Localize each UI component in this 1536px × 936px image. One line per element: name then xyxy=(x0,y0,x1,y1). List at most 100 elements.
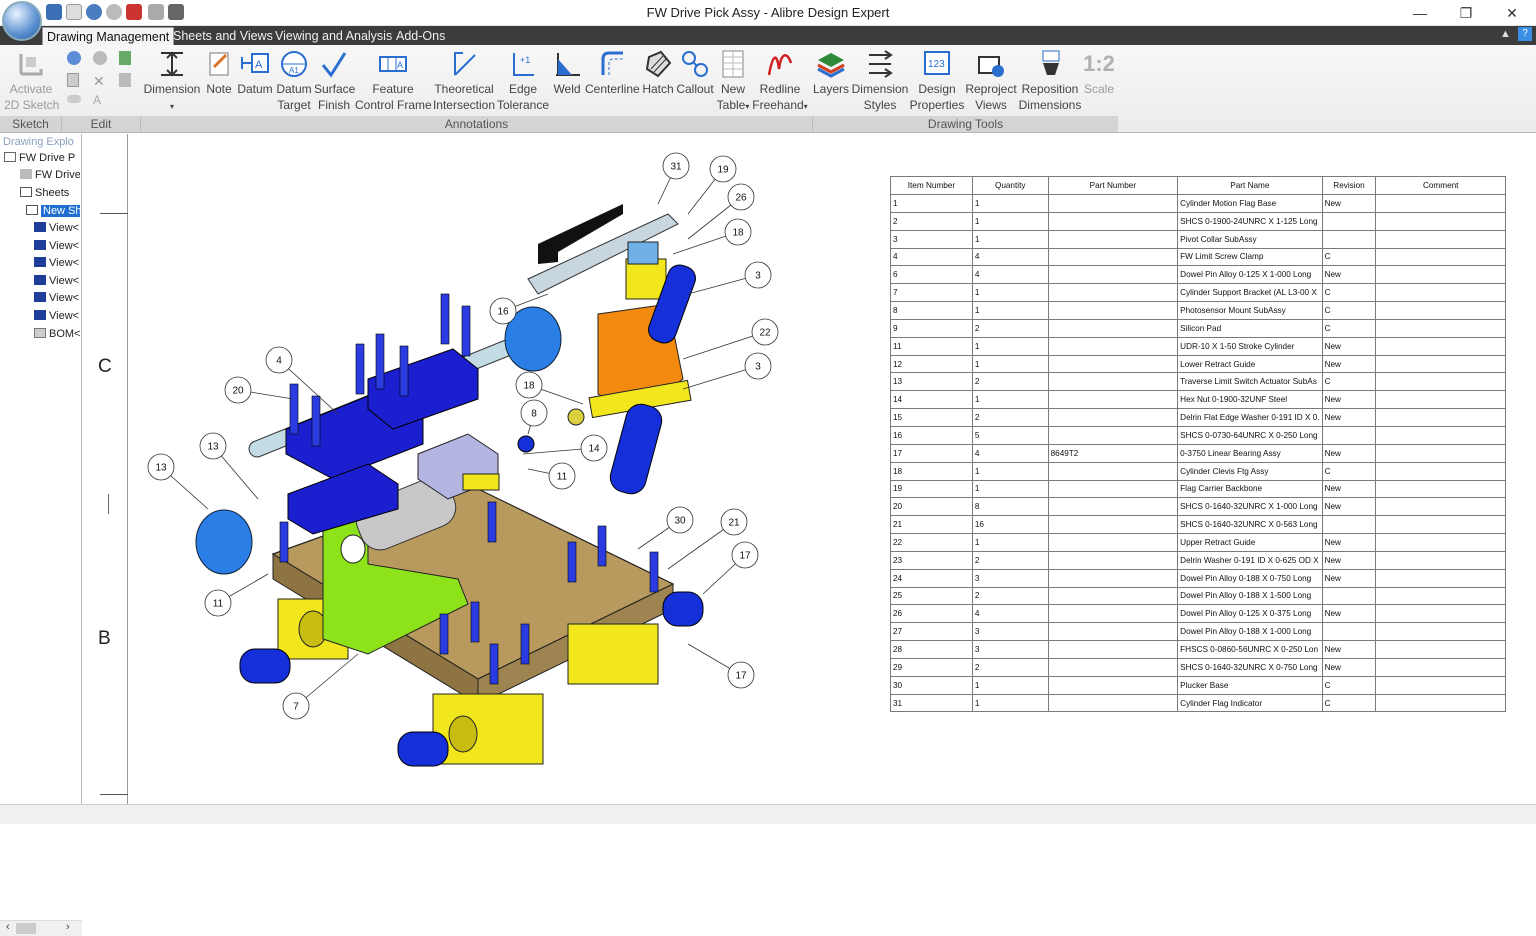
bom-cell: 2 xyxy=(971,550,1049,570)
close-button[interactable]: ✕ xyxy=(1498,3,1526,23)
exploded-assembly-view[interactable]: 31 19 26 18 3 16 22 3 4 20 18 8 14 11 13 13 30 21 17 11 17 7 xyxy=(128,134,828,804)
weld-button[interactable]: Weld xyxy=(551,47,583,97)
bom-row[interactable]: 13 2 Traverse Limit Switch Actuator SubAs C xyxy=(890,372,1506,392)
bom-cell: 4 xyxy=(971,247,1049,267)
bom-row[interactable]: 20 8 SHCS 0-1640-32UNRC X 1-000 Long New xyxy=(890,497,1506,517)
pickup-cylinder xyxy=(609,403,663,495)
bom-row[interactable]: 23 2 Delrin Washer 0-191 ID X 0-625 OD X Ne… xyxy=(890,550,1506,570)
tree-item-view[interactable]: View< xyxy=(34,290,80,306)
dimension-styles-icon xyxy=(869,50,893,78)
design-properties-button[interactable]: 123 Design Properties xyxy=(909,47,965,113)
bom-table[interactable]: Item Number Quantity Part Number Part Name R… xyxy=(890,176,1506,713)
centerline-button[interactable]: Centerline xyxy=(585,47,640,97)
bom-row[interactable]: 14 1 Hex Nut 0-1900-32UNF Steel New xyxy=(890,390,1506,410)
bom-row[interactable]: 30 1 Plucker Base C xyxy=(890,675,1506,695)
bom-cell: New xyxy=(1321,479,1377,499)
edit-redo-icon[interactable] xyxy=(93,51,107,65)
bom-row[interactable]: 2 1 SHCS 0-1900-24UNRC X 1-125 Long xyxy=(890,211,1506,231)
scroll-left-icon[interactable]: ‹ xyxy=(6,921,10,933)
bom-row[interactable]: 18 1 Cylinder Clevis Ftg Assy C xyxy=(890,461,1506,481)
edit-link-icon[interactable] xyxy=(67,95,81,103)
reproject-views-button[interactable]: Reproject Views xyxy=(964,47,1018,113)
bom-row[interactable]: 28 3 FHSCS 0-0860-56UNRC X 0-250 Lon New xyxy=(890,640,1506,659)
scale-button[interactable]: 1:2 Scale xyxy=(1082,47,1116,97)
bom-row[interactable]: 6 4 Dowel Pin Alloy 0-125 X 1-000 Long New xyxy=(890,265,1506,285)
tree-item-bom[interactable]: BOM< xyxy=(34,326,80,342)
edge-tolerance-button[interactable]: +1 Edge Tolerance xyxy=(497,47,549,113)
bom-row[interactable]: 25 2 Dowel Pin Alloy 0-188 X 1-500 Long xyxy=(890,586,1506,606)
edit-delete-icon[interactable]: ✕ xyxy=(93,73,105,90)
bom-row[interactable]: 15 2 Delrin Flat Edge Washer 0-191 ID X 0.… xyxy=(890,408,1506,427)
bom-row[interactable]: 31 1 Cylinder Flag Indicator C xyxy=(890,693,1506,713)
bom-row[interactable]: 29 2 SHCS 0-1640-32UNRC X 0-750 Long New xyxy=(890,657,1506,677)
bom-row[interactable]: 8 1 Photosensor Mount SubAssy C xyxy=(890,301,1506,320)
bom-row[interactable]: 7 1 Cylinder Support Bracket (AL L3-00 XC xyxy=(890,283,1506,303)
tree-item-view[interactable]: View< xyxy=(34,238,80,254)
restore-button[interactable]: ❐ xyxy=(1452,3,1480,23)
tree-item-view[interactable]: View< xyxy=(34,220,80,236)
datum-target-button[interactable]: A1 Datum Target xyxy=(276,47,312,113)
bom-row[interactable]: 27 3 Dowel Pin Alloy 0-188 X 1-000 Long xyxy=(890,622,1506,642)
tree-item-new-sheet[interactable]: New Sh xyxy=(26,203,80,219)
new-table-button[interactable]: New Table▾ xyxy=(716,47,750,115)
bom-row[interactable]: 26 4 Dowel Pin Alloy 0-125 X 0-375 Long New xyxy=(890,604,1506,624)
redline-freehand-button[interactable]: Redline Freehand▾ xyxy=(752,47,808,115)
tab-viewing-and-analysis[interactable]: Viewing and Analysis xyxy=(271,27,396,45)
tree-item-sheets[interactable]: Sheets xyxy=(20,185,80,201)
scroll-thumb[interactable] xyxy=(16,923,36,934)
bom-row[interactable]: 21 16 SHCS 0-1640-32UNRC X 0-563 Long xyxy=(890,515,1506,535)
edit-properties-icon[interactable] xyxy=(119,73,131,87)
bom-row[interactable]: 4 4 FW Limit Screw Clamp C xyxy=(890,247,1506,267)
tree-item-assembly[interactable]: FW Drive xyxy=(20,167,80,183)
hatch-button[interactable]: Hatch xyxy=(641,47,675,97)
edit-copy-icon[interactable] xyxy=(67,73,79,87)
tab-add-ons[interactable]: Add-Ons xyxy=(392,27,449,45)
tab-sheets-and-views[interactable]: Sheets and Views xyxy=(169,27,277,45)
bom-cell: FW Limit Screw Clamp xyxy=(1177,247,1323,267)
tree-item-view[interactable]: View< xyxy=(34,255,80,271)
callout-button[interactable]: Callout xyxy=(675,47,715,97)
dimension-button[interactable]: Dimension ▾ xyxy=(143,47,201,115)
tree-item-view[interactable]: View< xyxy=(34,273,80,289)
bom-row[interactable]: 12 1 Lower Retract Guide New xyxy=(890,354,1506,374)
zone-label-c: C xyxy=(98,356,112,377)
bom-row[interactable]: 24 3 Dowel Pin Alloy 0-188 X 0-750 Long New xyxy=(890,568,1506,588)
bom-row[interactable]: 11 1 UDR-10 X 1-50 Stroke Cylinder New xyxy=(890,336,1506,356)
explorer-horizontal-scrollbar[interactable]: ‹ › xyxy=(0,920,82,936)
bom-row[interactable]: 22 1 Upper Retract Guide New xyxy=(890,533,1506,552)
surface-finish-button[interactable]: Surface Finish xyxy=(314,47,355,113)
edit-paste-icon[interactable] xyxy=(119,51,131,65)
bom-cell xyxy=(1375,318,1506,338)
bom-row[interactable]: 9 2 Silicon Pad C xyxy=(890,318,1506,338)
bom-row[interactable]: 19 1 Flag Carrier Backbone New xyxy=(890,479,1506,499)
balloon-number: 16 xyxy=(497,307,509,318)
drawing-sheet[interactable]: 31 19 26 18 3 16 22 3 4 20 18 8 14 11 13 13 30 21 17 11 17 7 … xyxy=(128,134,1536,804)
reposition-dimensions-button[interactable]: Reposition Dimensions xyxy=(1018,47,1082,113)
bom-row[interactable]: 16 5 SHCS 0-0730-64UNRC X 0-250 Long xyxy=(890,425,1506,445)
bom-cell: Flag Carrier Backbone xyxy=(1177,479,1323,499)
scroll-right-icon[interactable]: › xyxy=(66,921,70,933)
edit-text-icon[interactable]: A xyxy=(93,93,101,107)
minimize-button[interactable]: — xyxy=(1406,3,1434,23)
tab-drawing-management[interactable]: Drawing Management xyxy=(42,27,175,45)
collapse-ribbon-icon[interactable]: ▲ xyxy=(1500,28,1511,40)
bom-row[interactable]: 3 1 Pivot Collar SubAssy xyxy=(890,229,1506,249)
bom-row[interactable]: 1 1 Cylinder Motion Flag Base New xyxy=(890,194,1506,213)
tree-item-view[interactable]: View< xyxy=(34,308,80,324)
layers-button[interactable]: Layers xyxy=(813,47,849,97)
datum-button[interactable]: A Datum xyxy=(237,47,273,97)
feature-control-frame-button[interactable]: A Feature Control Frame xyxy=(355,47,432,113)
tree-item-drawing[interactable]: FW Drive P xyxy=(4,150,80,166)
app-logo-icon[interactable] xyxy=(2,1,42,41)
balloon-number: 18 xyxy=(732,228,744,239)
edit-undo-icon[interactable] xyxy=(67,51,81,65)
activate-2d-sketch-button[interactable]: Activate 2D Sketch xyxy=(4,47,59,113)
dimension-styles-button[interactable]: Dimension Styles xyxy=(851,47,909,113)
note-button[interactable]: Note xyxy=(204,47,234,97)
bom-cell: SHCS 0-1900-24UNRC X 1-125 Long xyxy=(1177,211,1323,231)
bom-row[interactable]: 17 4 8649T2 0-3750 Linear Bearing Assy New xyxy=(890,443,1506,463)
bom-cell xyxy=(1047,497,1179,517)
theoretical-intersection-button[interactable]: Theoretical Intersection xyxy=(432,47,496,113)
balloon-number: 26 xyxy=(735,193,747,204)
help-icon[interactable]: ? xyxy=(1518,27,1532,41)
